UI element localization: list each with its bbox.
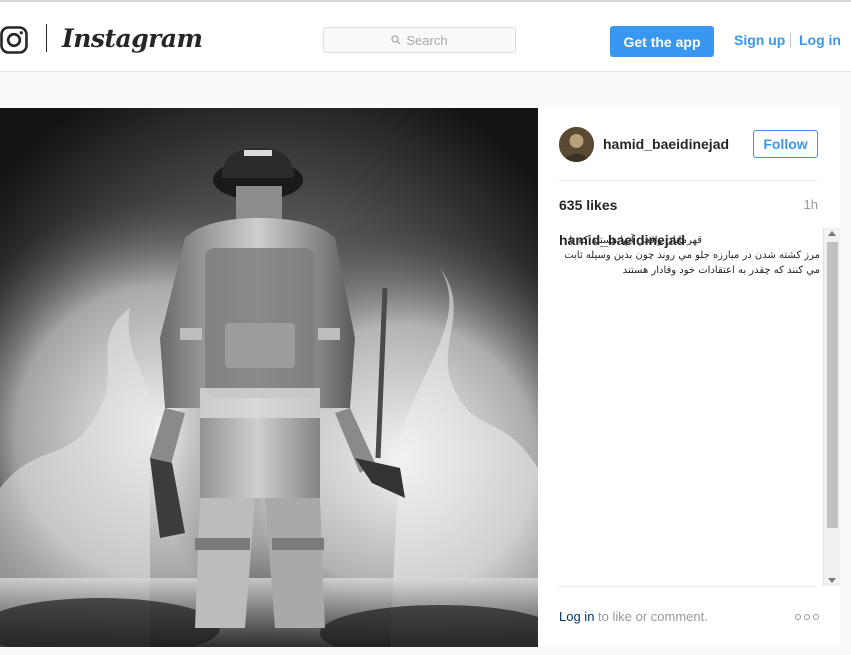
comment-prompt-text: to like or comment. — [594, 609, 708, 624]
post-details-panel: hamid_baeidinejad Follow 635 likes 1h ha… — [538, 108, 840, 647]
scrollbar-thumb[interactable] — [827, 242, 838, 528]
logo-divider — [46, 24, 47, 52]
comment-prompt: Log in to like or comment. — [559, 609, 708, 624]
avatar[interactable] — [559, 127, 594, 162]
get-the-app-button[interactable]: Get the app — [610, 26, 714, 57]
scroll-down-arrow-icon[interactable] — [828, 578, 836, 583]
likes-count[interactable]: 635 likes — [559, 197, 617, 213]
search-placeholder: Search — [406, 32, 448, 48]
instagram-camera-icon[interactable] — [0, 26, 28, 54]
search-input[interactable]: Search — [323, 27, 516, 53]
comments-scrollbar[interactable] — [823, 228, 840, 586]
log-in-link[interactable]: Log in — [799, 32, 841, 48]
follow-button[interactable]: Follow — [753, 130, 818, 158]
more-options-icon[interactable] — [795, 613, 819, 621]
search-icon — [391, 35, 401, 45]
auth-links-separator — [790, 33, 791, 47]
footer-divider — [558, 586, 818, 587]
caption-text: قهرمانان واقعي آنها هستند كه تا مرز كشته… — [564, 235, 820, 276]
top-navigation-bar: Instagram Search Get the app Sign up Log… — [0, 2, 851, 72]
post-author-username[interactable]: hamid_baeidinejad — [603, 136, 729, 152]
post-photo[interactable] — [0, 108, 538, 647]
header-divider — [558, 180, 818, 181]
comment-log-in-link[interactable]: Log in — [559, 609, 594, 624]
post-timestamp[interactable]: 1h — [804, 197, 818, 212]
scroll-up-arrow-icon[interactable] — [828, 231, 836, 236]
sign-up-link[interactable]: Sign up — [734, 32, 785, 48]
comments-list[interactable]: hamid_baeidinejad قهرمانان واقعي آنها هس… — [558, 228, 840, 586]
instagram-wordmark[interactable]: Instagram — [62, 22, 203, 56]
